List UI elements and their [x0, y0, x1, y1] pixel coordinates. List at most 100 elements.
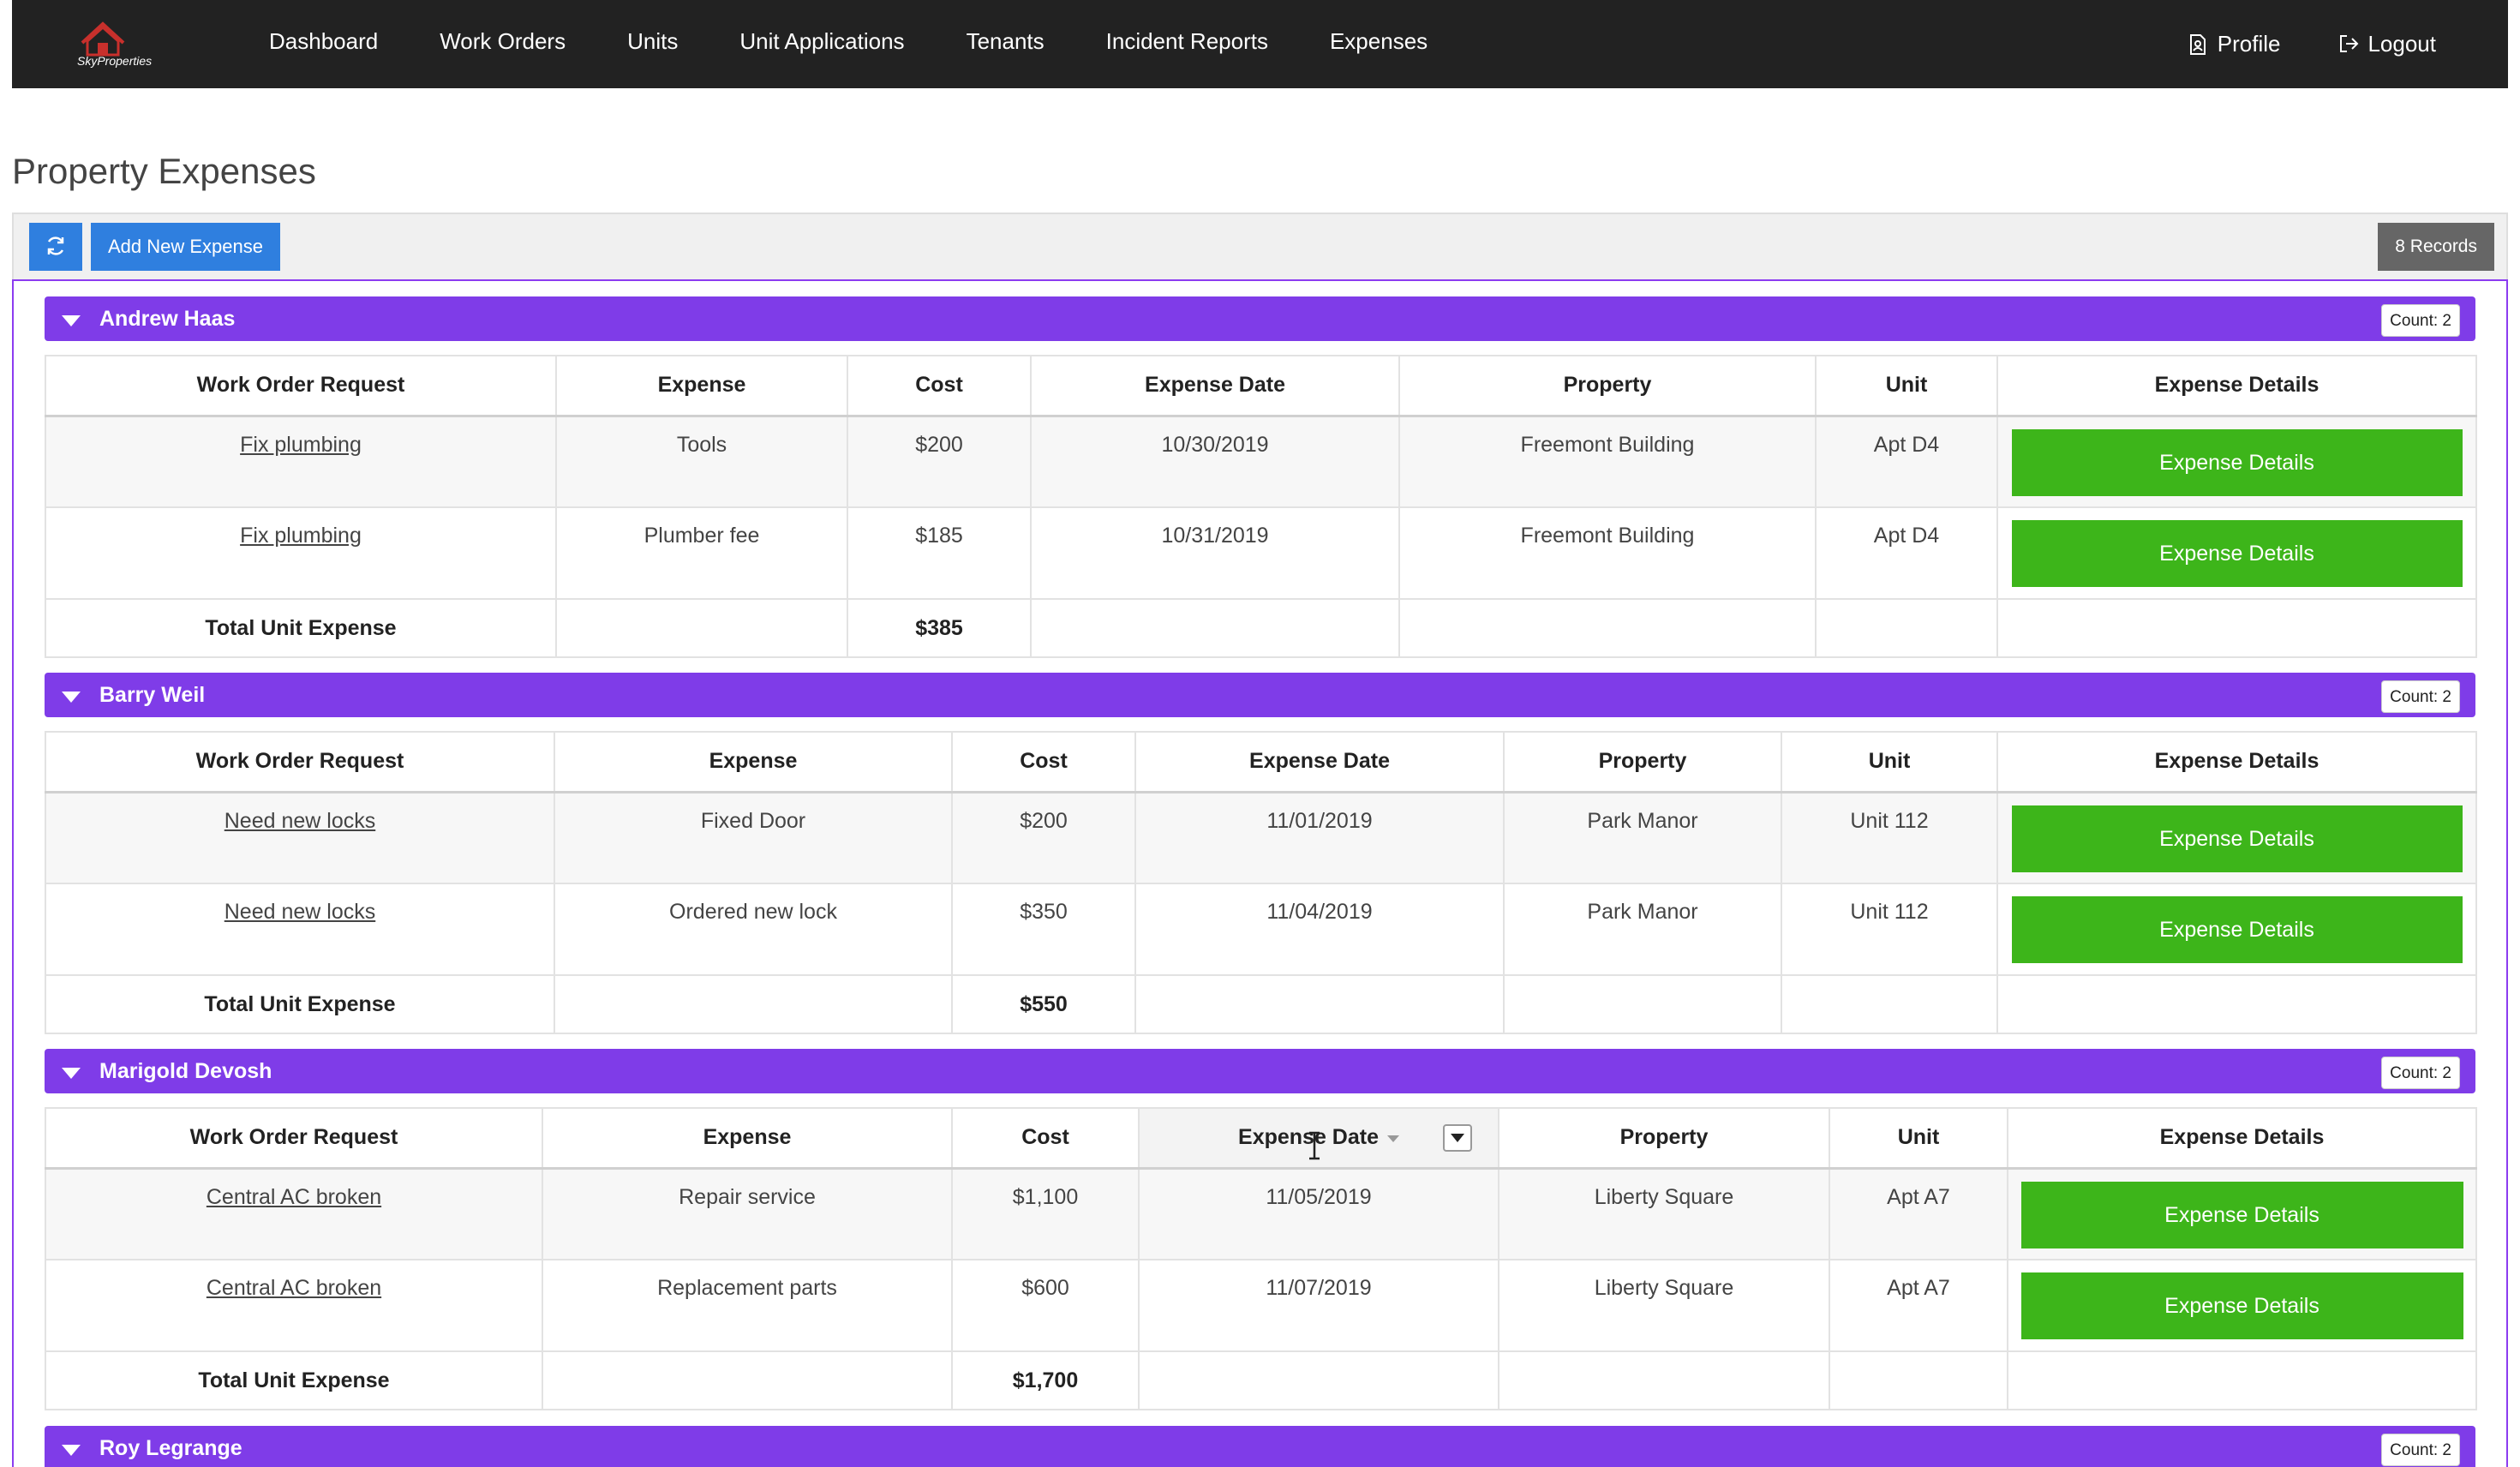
nav-units[interactable]: Units	[596, 0, 709, 88]
profile-link[interactable]: Profile	[2159, 0, 2310, 88]
column-header[interactable]: Expense Details	[1996, 731, 2477, 793]
details-cell: Expense Details	[1996, 506, 2477, 600]
column-header[interactable]: Cost	[951, 731, 1136, 793]
column-header[interactable]: Expense	[554, 731, 953, 793]
chevron-down-icon	[1451, 1134, 1464, 1142]
column-header[interactable]: Expense Date	[1030, 355, 1400, 417]
work-order-link[interactable]: Central AC broken	[207, 1276, 381, 1300]
group-header[interactable]: Roy Legrange Count: 2	[45, 1426, 2475, 1467]
table-header-row: Work Order Request Expense Cost Expense …	[45, 355, 2477, 417]
work-order-link[interactable]: Need new locks	[224, 900, 375, 924]
table-row: Fix plumbing Plumber fee $185 10/31/2019…	[45, 506, 2477, 600]
top-navbar: SkyProperties Dashboard Work Orders Unit…	[12, 0, 2508, 88]
expense-details-button[interactable]: Expense Details	[2011, 805, 2463, 872]
column-header[interactable]: Work Order Request	[45, 731, 555, 793]
grid-toolbar: Add New Expense 8 Records	[12, 213, 2508, 281]
records-count-badge: 8 Records	[2378, 223, 2494, 271]
expense-details-button[interactable]: Expense Details	[2020, 1181, 2463, 1248]
column-header[interactable]: Work Order Request	[45, 1107, 543, 1170]
nav-work-orders[interactable]: Work Orders	[409, 0, 596, 88]
property-cell: Freemont Building	[1398, 506, 1817, 600]
document-icon	[2188, 33, 2209, 56]
expense-cell: Fixed Door	[554, 791, 953, 884]
caret-down-icon[interactable]	[62, 691, 81, 703]
total-cost: $1,700	[951, 1350, 1140, 1410]
column-header[interactable]: Property	[1398, 355, 1817, 417]
column-header[interactable]: Expense Details	[2007, 1107, 2477, 1170]
main-nav: Dashboard Work Orders Units Unit Applica…	[238, 0, 1458, 88]
group-name: Marigold Devosh	[99, 1058, 272, 1083]
nav-expenses[interactable]: Expenses	[1299, 0, 1458, 88]
details-cell: Expense Details	[1996, 883, 2477, 976]
caret-down-icon[interactable]	[62, 1444, 81, 1456]
work-order-link[interactable]: Central AC broken	[207, 1185, 381, 1209]
count-badge: Count: 2	[2381, 1434, 2460, 1466]
date-cell: 11/04/2019	[1134, 883, 1505, 976]
column-header[interactable]: Unit	[1781, 731, 1998, 793]
unit-cell: Apt D4	[1815, 415, 1998, 508]
column-menu-button[interactable]	[1443, 1124, 1472, 1152]
group-header[interactable]: Marigold Devosh Count: 2	[45, 1049, 2475, 1093]
table-row: Fix plumbing Tools $200 10/30/2019 Freem…	[45, 415, 2477, 508]
expense-details-button[interactable]: Expense Details	[2011, 428, 2463, 496]
property-cell: Liberty Square	[1498, 1259, 1830, 1352]
column-header[interactable]: Cost	[847, 355, 1032, 417]
work-order-cell: Central AC broken	[45, 1167, 543, 1260]
date-cell: 11/07/2019	[1138, 1259, 1499, 1352]
total-cost: $550	[951, 974, 1136, 1034]
logout-link[interactable]: Logout	[2309, 0, 2465, 88]
expense-details-button[interactable]: Expense Details	[2020, 1272, 2463, 1339]
date-cell: 10/31/2019	[1030, 506, 1400, 600]
column-header[interactable]: Unit	[1829, 1107, 2008, 1170]
column-header[interactable]: Expense	[542, 1107, 953, 1170]
property-cell: Park Manor	[1503, 883, 1782, 976]
caret-down-icon[interactable]	[62, 314, 81, 326]
work-order-cell: Fix plumbing	[45, 415, 557, 508]
work-order-link[interactable]: Fix plumbing	[240, 433, 362, 457]
brand-logo[interactable]: SkyProperties	[69, 21, 197, 69]
add-new-expense-button[interactable]: Add New Expense	[91, 223, 280, 271]
nav-dashboard[interactable]: Dashboard	[238, 0, 409, 88]
expense-details-button[interactable]: Expense Details	[2011, 896, 2463, 963]
property-cell: Park Manor	[1503, 791, 1782, 884]
group-name: Roy Legrange	[99, 1435, 242, 1460]
expense-table: Work Order Request Expense Cost Expense …	[45, 1107, 2477, 1410]
column-header[interactable]: Expense Date	[1134, 731, 1505, 793]
nav-unit-applications[interactable]: Unit Applications	[709, 0, 935, 88]
total-row: Total Unit Expense $550	[45, 974, 2477, 1034]
caret-down-icon[interactable]	[62, 1067, 81, 1079]
work-order-link[interactable]: Need new locks	[224, 809, 375, 833]
group-header[interactable]: Andrew Haas Count: 2	[45, 296, 2475, 341]
group-header[interactable]: Barry Weil Count: 2	[45, 673, 2475, 717]
expense-groups: Andrew Haas Count: 2 Work Order Request …	[12, 279, 2508, 1467]
expense-details-button[interactable]: Expense Details	[2011, 520, 2463, 587]
sort-arrow-icon[interactable]	[1386, 1135, 1399, 1142]
work-order-link[interactable]: Fix plumbing	[240, 524, 362, 548]
column-header[interactable]: Unit	[1815, 355, 1998, 417]
unit-cell: Unit 112	[1781, 883, 1998, 976]
total-label: Total Unit Expense	[45, 1350, 543, 1410]
cost-cell: $200	[847, 415, 1032, 508]
column-header[interactable]: Property	[1503, 731, 1782, 793]
group-marigold-devosh: Marigold Devosh Count: 2 Work Order Requ…	[45, 1049, 2477, 1410]
table-row: Need new locks Ordered new lock $350 11/…	[45, 883, 2477, 976]
property-cell: Freemont Building	[1398, 415, 1817, 508]
total-row: Total Unit Expense $1,700	[45, 1350, 2477, 1410]
group-name: Barry Weil	[99, 682, 206, 707]
work-order-cell: Need new locks	[45, 791, 555, 884]
nav-incident-reports[interactable]: Incident Reports	[1075, 0, 1299, 88]
column-header[interactable]: Expense Details	[1996, 355, 2477, 417]
column-header[interactable]: Expense	[555, 355, 848, 417]
total-row: Total Unit Expense $385	[45, 598, 2477, 658]
nav-tenants[interactable]: Tenants	[936, 0, 1075, 88]
unit-cell: Unit 112	[1781, 791, 1998, 884]
column-header[interactable]: Property	[1498, 1107, 1830, 1170]
group-barry-weil: Barry Weil Count: 2 Work Order Request E…	[45, 673, 2477, 1034]
refresh-button[interactable]	[29, 223, 82, 271]
column-header[interactable]: Work Order Request	[45, 355, 557, 417]
column-header[interactable]: Cost	[951, 1107, 1140, 1170]
work-order-cell: Need new locks	[45, 883, 555, 976]
table-row: Need new locks Fixed Door $200 11/01/201…	[45, 791, 2477, 884]
table-row: Central AC broken Replacement parts $600…	[45, 1259, 2477, 1352]
cost-cell: $185	[847, 506, 1032, 600]
